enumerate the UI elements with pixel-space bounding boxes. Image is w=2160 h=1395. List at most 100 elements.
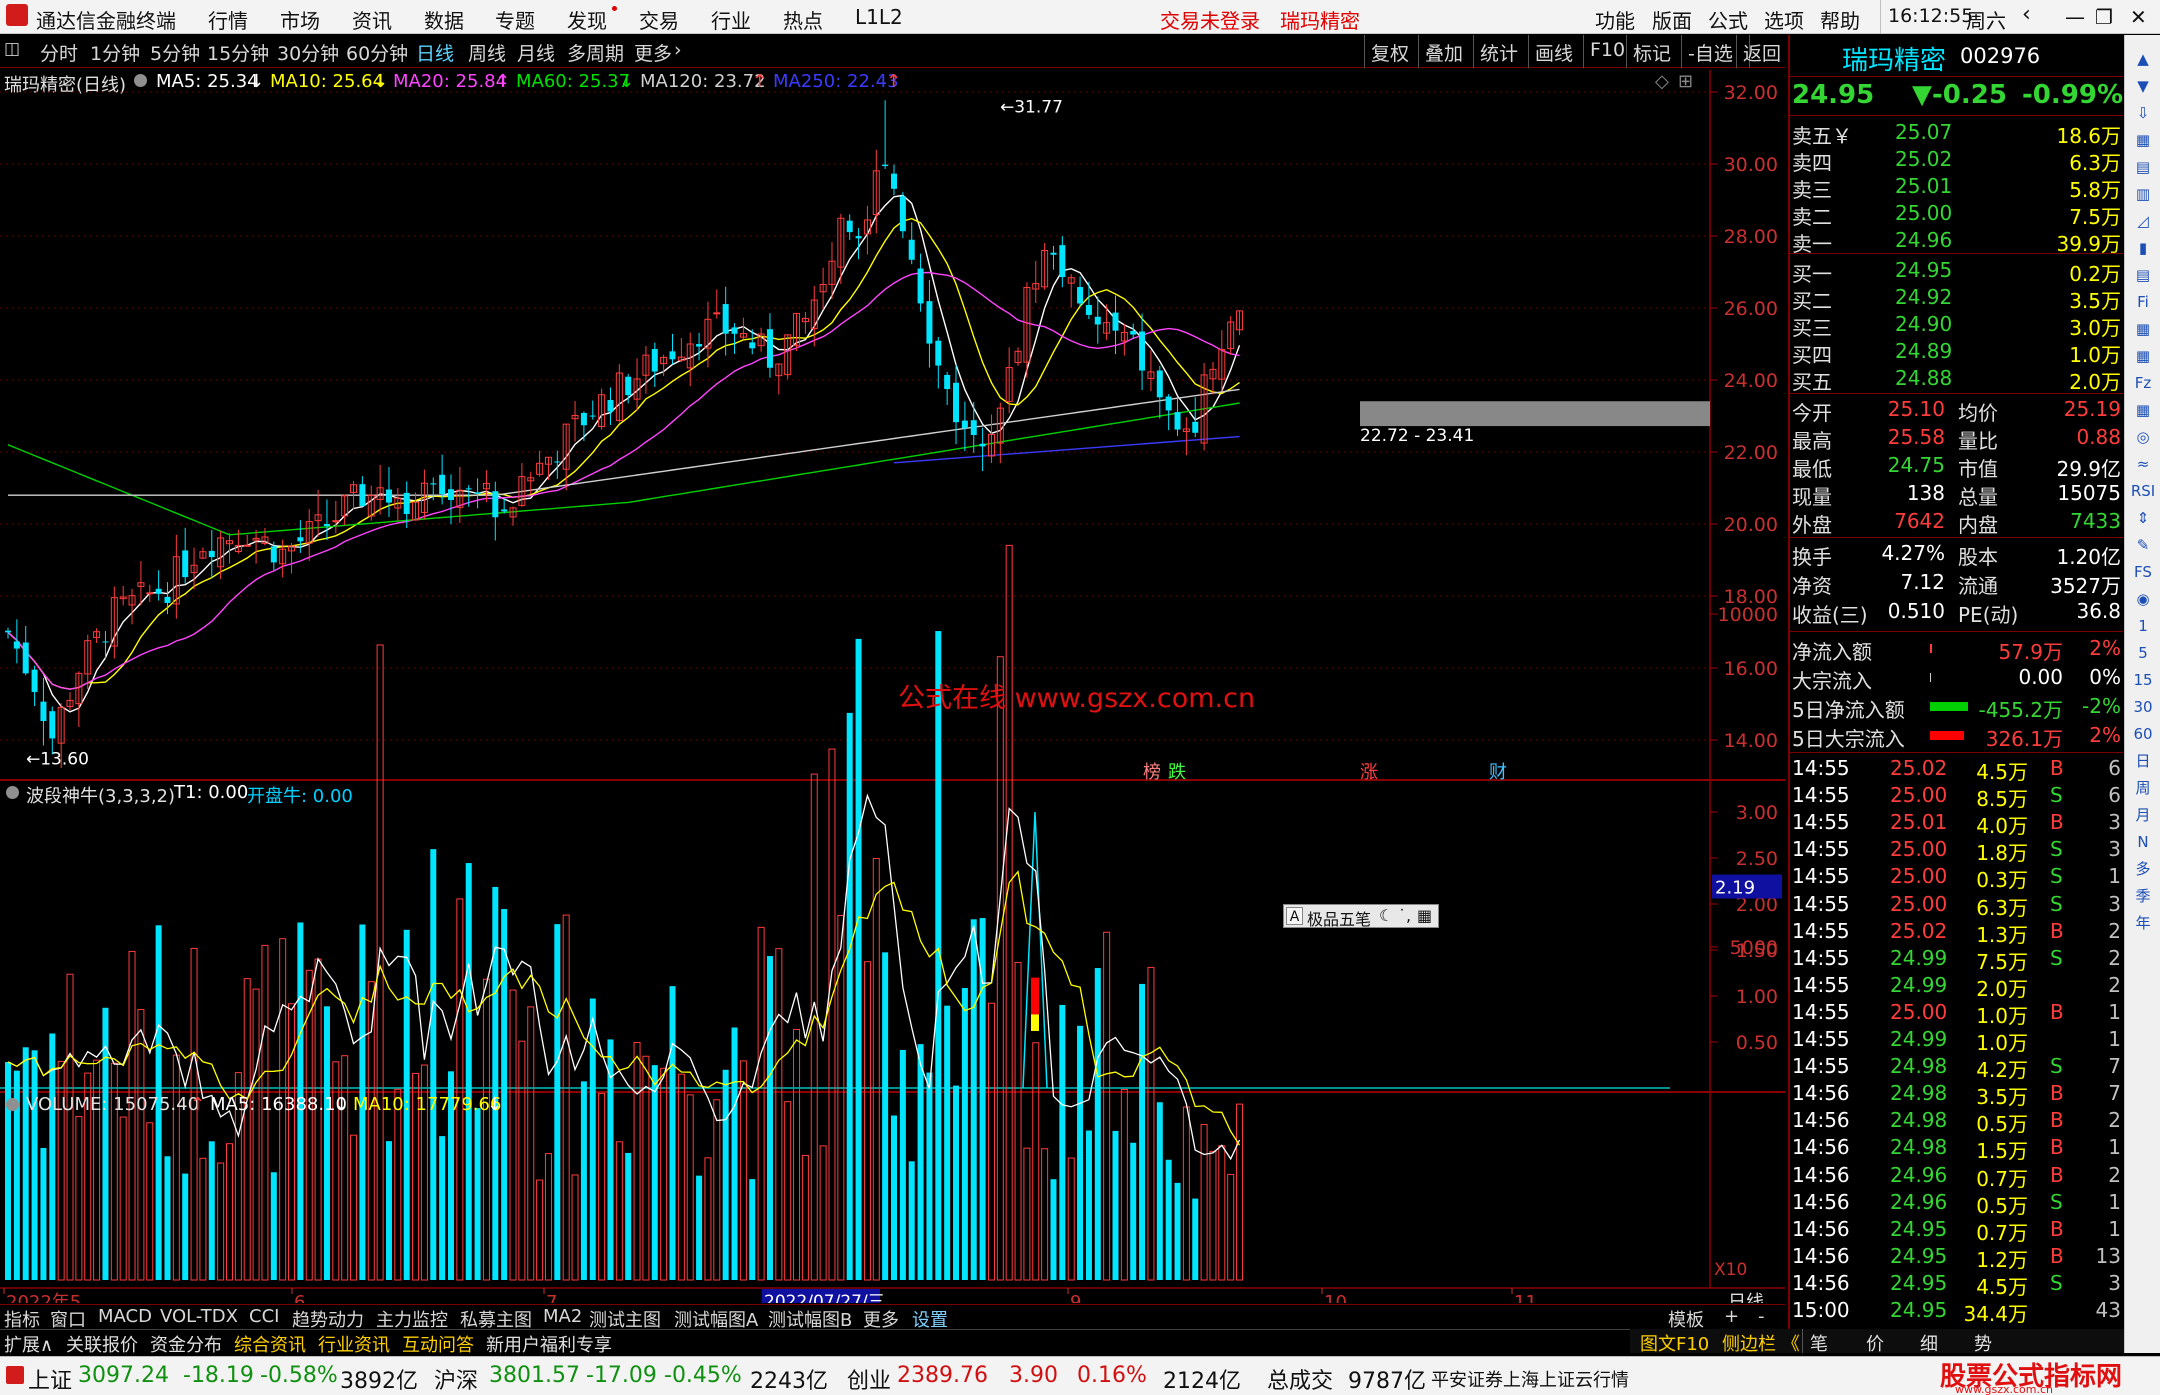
toolbar-icon[interactable]: ▼	[2129, 74, 2157, 98]
toolbar-icon[interactable]: FS	[2129, 560, 2157, 584]
toolbar-icon[interactable]: ▲	[2129, 47, 2157, 71]
toolbar-icon[interactable]: 15	[2129, 668, 2157, 692]
menu-market[interactable]: 市场	[280, 5, 320, 34]
menu-topics[interactable]: 专题	[495, 5, 535, 34]
toolbar-icon[interactable]: ▤	[2129, 155, 2157, 179]
chevron-right-icon[interactable]: ›	[674, 39, 682, 61]
toolbar-icon[interactable]: ≈	[2129, 452, 2157, 476]
ime-moon-icon[interactable]: ☾	[1379, 906, 1393, 925]
event-tag-list[interactable]: 榜	[1143, 758, 1161, 784]
menu-formula[interactable]: 公式	[1708, 5, 1748, 34]
btn-f10[interactable]: F10	[1583, 35, 1625, 68]
toolbar-icon[interactable]: ◉	[2129, 587, 2157, 611]
toolbar-icon[interactable]: 60	[2129, 722, 2157, 746]
btn-f10-graphic[interactable]: 图文F10	[1640, 1330, 1709, 1356]
btn-draw[interactable]: 画线	[1528, 35, 1573, 68]
toolbar-icon[interactable]: ⇩	[2129, 101, 2157, 125]
period-intraday[interactable]: 分时	[40, 39, 78, 66]
period-multi[interactable]: 多周期	[567, 39, 624, 66]
tab-price[interactable]: 价	[1866, 1330, 1884, 1356]
period-weekly[interactable]: 周线	[468, 39, 506, 66]
ime-mode-icon[interactable]: A	[1286, 907, 1303, 925]
menu-l1l2[interactable]: L1L2	[855, 5, 903, 29]
menu-hot[interactable]: 热点	[783, 5, 823, 34]
period-more[interactable]: 更多	[634, 39, 672, 66]
btn-adjust[interactable]: 复权	[1364, 35, 1409, 68]
toolbar-icon[interactable]: 季	[2129, 884, 2157, 908]
tab-trades[interactable]: 笔	[1810, 1330, 1828, 1356]
sh-name[interactable]: 上证	[28, 1363, 72, 1395]
ime-keyboard-icon[interactable]: ▦	[1417, 906, 1432, 925]
tab-extend[interactable]: 扩展∧	[4, 1331, 53, 1357]
menu-layout[interactable]: 版面	[1652, 5, 1692, 34]
event-tag-finance[interactable]: 财	[1489, 758, 1507, 784]
collapse-icon[interactable]: ◫	[4, 39, 20, 59]
toolbar-icon[interactable]: ⇕	[2129, 506, 2157, 530]
menu-data[interactable]: 数据	[424, 5, 464, 34]
tab-related[interactable]: 关联报价	[66, 1331, 138, 1357]
settings-dot-icon[interactable]	[6, 1098, 19, 1111]
cy-name[interactable]: 创业	[847, 1363, 891, 1395]
toolbar-icon[interactable]: 多	[2129, 857, 2157, 881]
btn-mark[interactable]: 标记	[1626, 35, 1671, 68]
period-30min[interactable]: 30分钟	[277, 39, 339, 66]
toolbar-icon[interactable]: ▦	[2129, 317, 2157, 341]
tab-detail[interactable]: 细	[1920, 1330, 1938, 1356]
ime-toolbar[interactable]: A 极品五笔 ☾ ˙, ▦	[1283, 904, 1439, 929]
toolbar-icon[interactable]: ▦	[2129, 344, 2157, 368]
toolbar-icon[interactable]: ▦	[2129, 128, 2157, 152]
btn-overlay[interactable]: 叠加	[1418, 35, 1463, 68]
tab-remove[interactable]: -	[1758, 1306, 1765, 1327]
tab-vol-tdx[interactable]: VOL-TDX	[160, 1306, 238, 1327]
toolbar-icon[interactable]: 30	[2129, 695, 2157, 719]
menu-function[interactable]: 功能	[1595, 5, 1635, 34]
toolbar-icon[interactable]: ◎	[2129, 425, 2157, 449]
period-monthly[interactable]: 月线	[517, 39, 555, 66]
period-1min[interactable]: 1分钟	[90, 39, 140, 66]
toolbar-icon[interactable]: RSI	[2129, 479, 2157, 503]
tab-qa[interactable]: 互动问答	[402, 1331, 474, 1357]
btn-self-select[interactable]: -自选	[1681, 35, 1733, 68]
event-tag-down[interactable]: 跌	[1168, 758, 1186, 784]
toolbar-icon[interactable]: 日	[2129, 749, 2157, 773]
tab-trend-panel[interactable]: 势	[1974, 1330, 1992, 1356]
toolbar-icon[interactable]: ▮	[2129, 236, 2157, 260]
trade-status[interactable]: 交易未登录	[1160, 5, 1260, 34]
btn-stats[interactable]: 统计	[1473, 35, 1518, 68]
toolbar-icon[interactable]: 周	[2129, 776, 2157, 800]
toolbar-icon[interactable]: Fi	[2129, 290, 2157, 314]
tab-industry-news[interactable]: 行业资讯	[318, 1331, 390, 1357]
tab-ma2[interactable]: MA2	[543, 1306, 582, 1327]
toolbar-icon[interactable]: 月	[2129, 803, 2157, 827]
toolbar-icon[interactable]: 5	[2129, 641, 2157, 665]
tab-news[interactable]: 综合资讯	[234, 1331, 306, 1357]
period-15min[interactable]: 15分钟	[207, 39, 269, 66]
btn-sidebar[interactable]: 侧边栏 《	[1722, 1330, 1800, 1356]
tab-fund-dist[interactable]: 资金分布	[150, 1331, 222, 1357]
toolbar-icon[interactable]: ▤	[2129, 263, 2157, 287]
tab-add[interactable]: +	[1724, 1306, 1739, 1327]
tab-new-user[interactable]: 新用户福利专享	[486, 1331, 612, 1357]
minimize-icon[interactable]: —	[2065, 5, 2085, 29]
menu-quotes[interactable]: 行情	[208, 5, 248, 34]
tab-cci[interactable]: CCI	[249, 1306, 279, 1327]
back-icon[interactable]: ‹	[2022, 2, 2031, 27]
toolbar-icon[interactable]: ✎	[2129, 533, 2157, 557]
period-5min[interactable]: 5分钟	[150, 39, 200, 66]
ime-punct-icon[interactable]: ˙,	[1398, 906, 1411, 925]
menu-help[interactable]: 帮助	[1820, 5, 1860, 34]
close-icon[interactable]: ✕	[2130, 5, 2147, 29]
toolbar-icon[interactable]: 年	[2129, 911, 2157, 935]
btn-back[interactable]: 返回	[1736, 35, 1781, 68]
toolbar-icon[interactable]: Fz	[2129, 371, 2157, 395]
toolbar-icon[interactable]: ◿	[2129, 209, 2157, 233]
restore-icon[interactable]: ❐	[2095, 5, 2113, 29]
toolbar-icon[interactable]: 1	[2129, 614, 2157, 638]
toolbar-icon[interactable]: ▥	[2129, 182, 2157, 206]
tab-macd[interactable]: MACD	[98, 1306, 152, 1327]
menu-discover[interactable]: 发现	[567, 5, 607, 34]
toolbar-icon[interactable]: ▦	[2129, 398, 2157, 422]
event-tag-up[interactable]: 涨	[1360, 758, 1378, 784]
settings-dot-icon[interactable]	[6, 786, 19, 799]
toolbar-icon[interactable]: N	[2129, 830, 2157, 854]
